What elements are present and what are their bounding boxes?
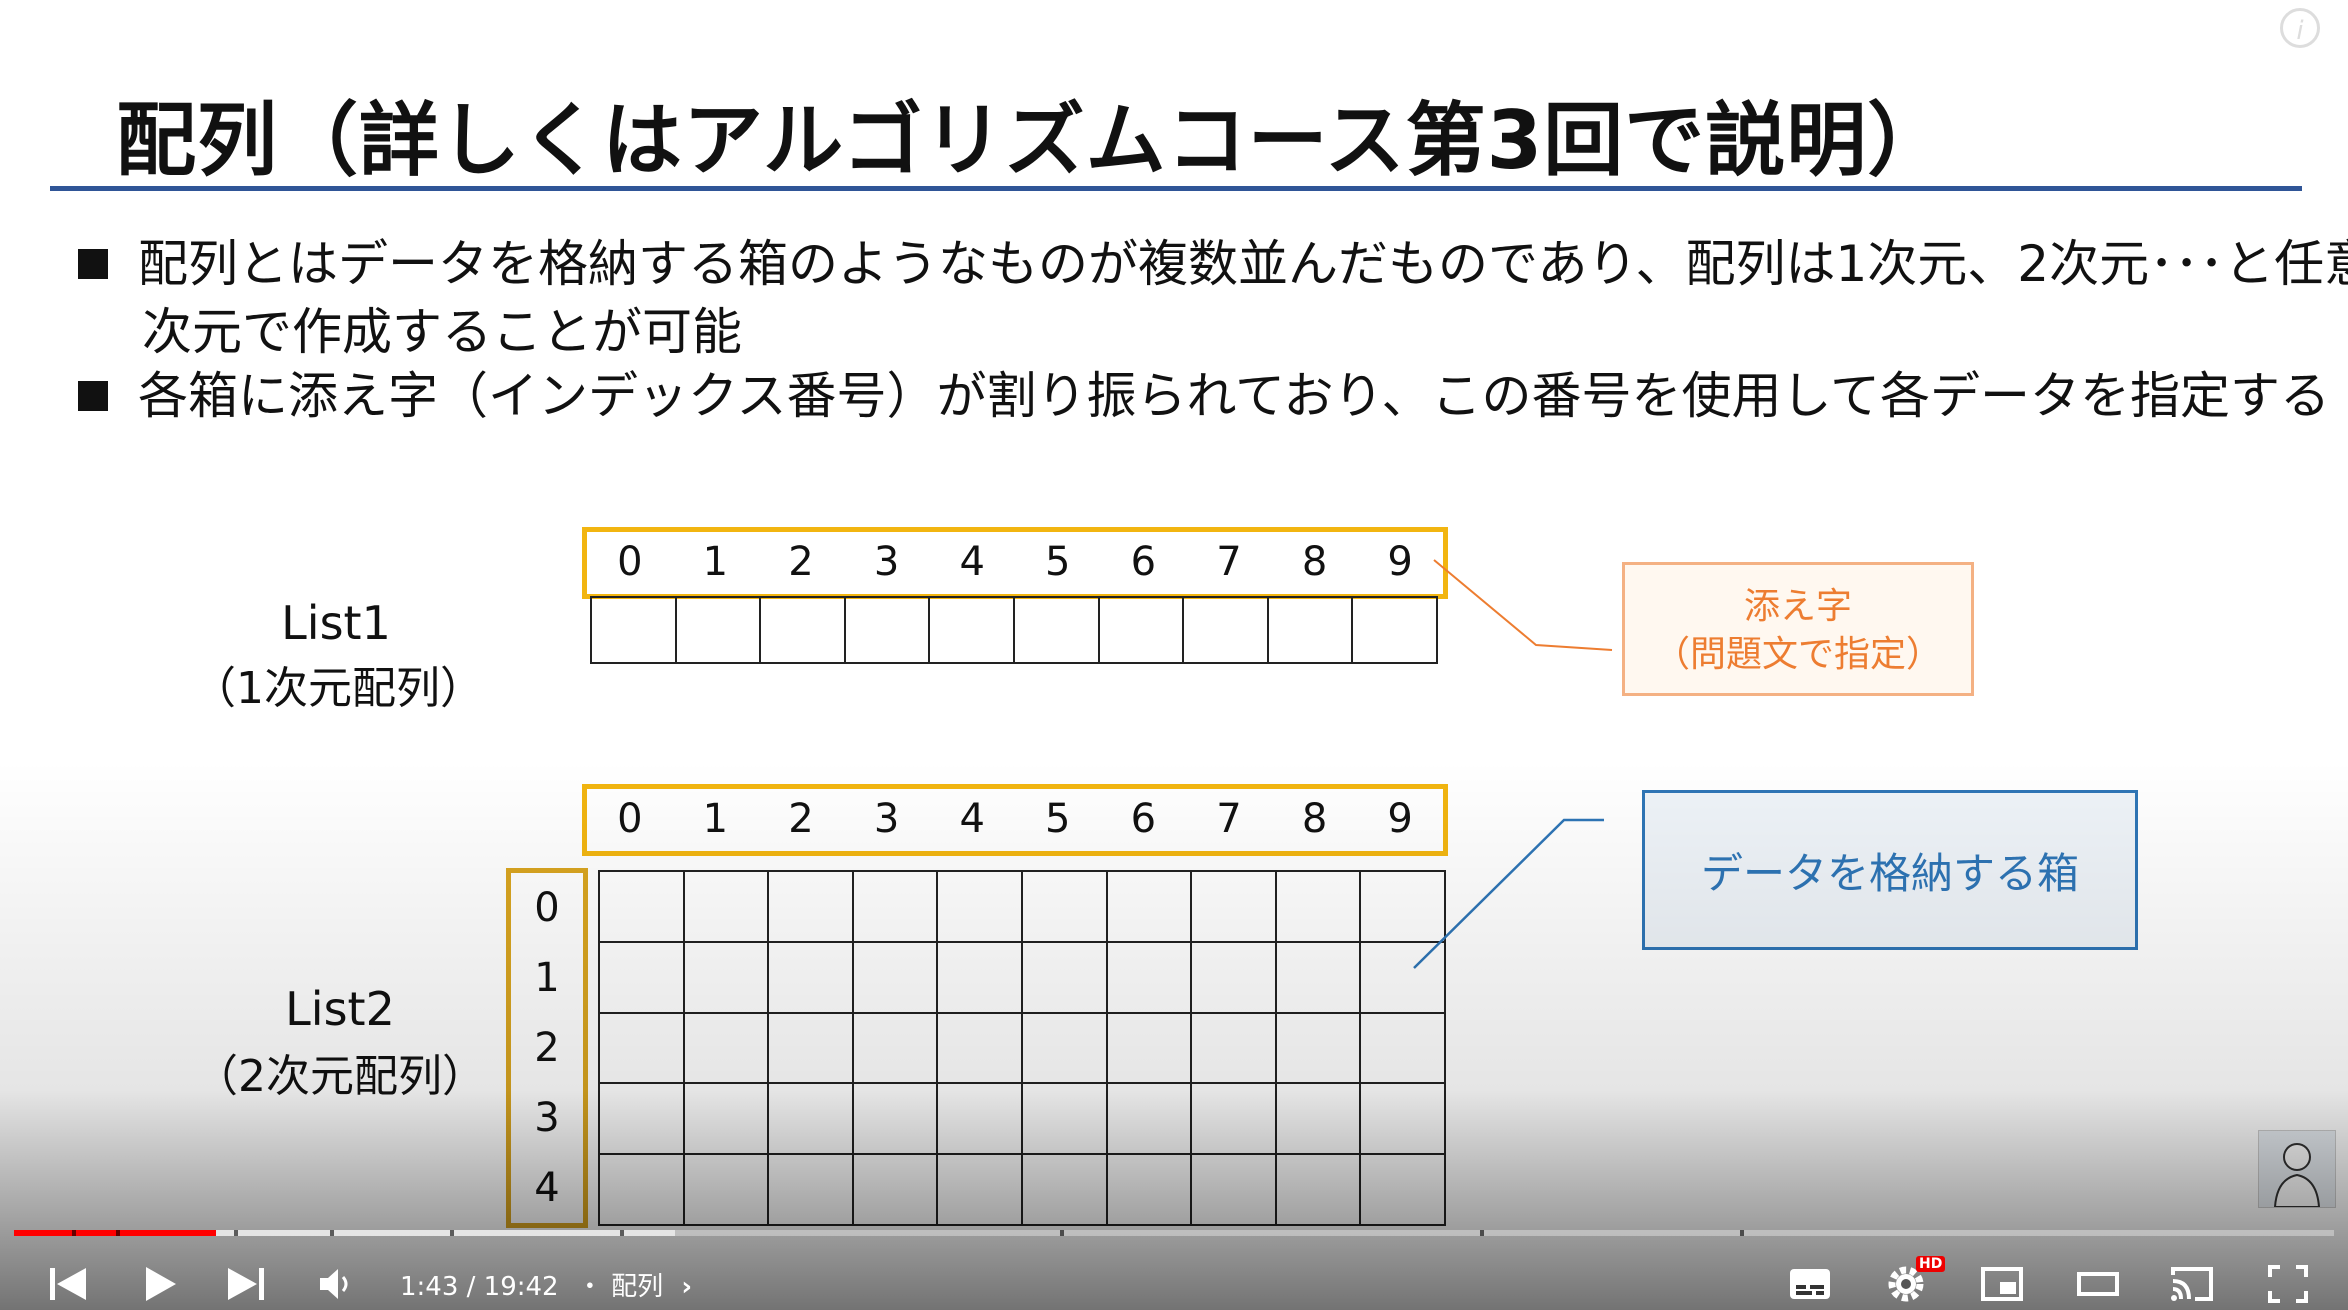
- settings-button[interactable]: HD: [1882, 1256, 1946, 1306]
- theater-icon: [2077, 1272, 2119, 1296]
- data-box-callout: データを格納する箱: [1642, 790, 2138, 950]
- chapter-marker: [116, 1230, 120, 1236]
- play-icon: [146, 1267, 176, 1301]
- channel-avatar[interactable]: [2258, 1130, 2336, 1208]
- callout-leaders: [1413, 559, 1613, 969]
- chevron-right-icon[interactable]: ›: [681, 1272, 692, 1302]
- cast-icon: [2171, 1267, 2213, 1301]
- chapter-marker: [1480, 1230, 1484, 1236]
- next-button[interactable]: [222, 1262, 270, 1306]
- fullscreen-button[interactable]: [2264, 1262, 2312, 1306]
- prev-icon: [50, 1268, 86, 1300]
- play-button[interactable]: [136, 1262, 184, 1306]
- miniplayer-icon: [1981, 1267, 2023, 1301]
- prev-button[interactable]: [44, 1262, 92, 1306]
- subtitles-button[interactable]: [1786, 1262, 1834, 1306]
- subscript-callout-line1: 添え字: [1743, 586, 1852, 627]
- chapter-marker: [72, 1230, 76, 1236]
- time-value: 1:43 / 19:42: [400, 1272, 559, 1302]
- avatar-figure-icon: [2273, 1143, 2321, 1208]
- subscript-leader-line: [1433, 559, 1613, 651]
- chapter-marker: [1740, 1230, 1744, 1236]
- chapter-marker: [234, 1230, 238, 1236]
- chapter-marker: [1060, 1230, 1064, 1236]
- progress-played: [14, 1230, 216, 1236]
- chapter-marker: [330, 1230, 334, 1236]
- time-display: 1:43 / 19:42 ・ 配列 ›: [400, 1266, 692, 1303]
- volume-icon: [320, 1269, 348, 1299]
- box-leader-line: [1413, 818, 1604, 969]
- subscript-callout: 添え字 （問題文で指定）: [1622, 562, 1974, 696]
- subtitles-icon: [1790, 1269, 1830, 1299]
- chapter-marker: [620, 1230, 624, 1236]
- subscript-callout-line2: （問題文で指定）: [1653, 634, 1942, 675]
- chapter-marker: [450, 1230, 454, 1236]
- miniplayer-button[interactable]: [1978, 1262, 2026, 1306]
- chapter-title[interactable]: ・ 配列: [577, 1272, 663, 1302]
- fullscreen-icon: [2268, 1265, 2308, 1303]
- hd-badge: HD: [1916, 1256, 1946, 1272]
- cast-button[interactable]: [2168, 1262, 2216, 1306]
- info-icon[interactable]: i: [2280, 8, 2320, 48]
- next-icon: [228, 1268, 264, 1300]
- theater-mode-button[interactable]: [2074, 1262, 2122, 1306]
- volume-button[interactable]: [314, 1262, 362, 1306]
